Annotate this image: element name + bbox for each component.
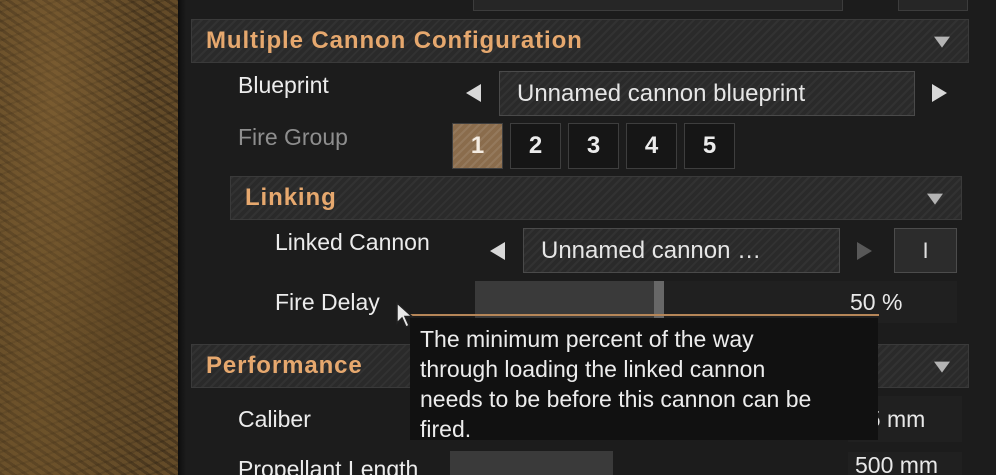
collapse-arrow-icon[interactable] (934, 36, 950, 48)
linked-cannon-info-button[interactable]: I (894, 228, 957, 273)
linked-cannon-selector[interactable]: Unnamed cannon … (523, 228, 840, 273)
blueprint-value: Unnamed cannon blueprint (517, 79, 806, 107)
linked-cannon-label: Linked Cannon (275, 229, 430, 255)
terrain-background (0, 0, 178, 475)
linked-cannon-value: Unnamed cannon … (541, 236, 762, 264)
tooltip-accent-line (401, 314, 879, 316)
tooltip-line: through loading the linked cannon (420, 356, 766, 382)
fire-group-label: Fire Group (238, 124, 348, 150)
fire-group-button-5[interactable]: 5 (684, 123, 735, 169)
propellant-length-slider-fill (450, 451, 613, 475)
fire-delay-tooltip: The minimum percent of the way through l… (410, 318, 878, 442)
configuration-panel: Multiple Cannon Configuration Blueprint … (186, 0, 996, 475)
mouse-pointer-icon (396, 301, 414, 329)
multiple-cannon-configuration-header[interactable]: Multiple Cannon Configuration (191, 19, 969, 63)
fire-group-button-4[interactable]: 4 (626, 123, 677, 169)
previous-button-stub[interactable] (898, 0, 968, 11)
blueprint-label: Blueprint (238, 72, 329, 98)
fire-delay-label: Fire Delay (275, 289, 380, 315)
tooltip-line: The minimum percent of the way (420, 326, 754, 352)
tooltip-line: fired. (420, 416, 472, 442)
fire-group-button-3[interactable]: 3 (568, 123, 619, 169)
tooltip-line: needs to be before this cannon can be (420, 386, 812, 412)
fire-delay-value[interactable]: 50 % (843, 281, 957, 323)
linked-cannon-prev-icon[interactable] (490, 242, 505, 260)
fire-group-button-2[interactable]: 2 (510, 123, 561, 169)
linking-header[interactable]: Linking (230, 176, 962, 220)
section-title: Multiple Cannon Configuration (206, 27, 583, 54)
blueprint-prev-icon[interactable] (466, 84, 481, 102)
section-title: Linking (245, 184, 337, 211)
panel-edge (178, 0, 186, 475)
collapse-arrow-icon[interactable] (934, 361, 950, 373)
section-title: Performance (206, 352, 363, 379)
fire-group-button-1[interactable]: 1 (452, 123, 503, 169)
linked-cannon-next-icon[interactable] (857, 242, 872, 260)
propellant-length-label: Propellant Length (238, 456, 419, 475)
previous-field-stub[interactable] (473, 0, 843, 11)
blueprint-selector[interactable]: Unnamed cannon blueprint (499, 71, 915, 116)
blueprint-next-icon[interactable] (932, 84, 947, 102)
propellant-length-value[interactable]: 500 mm (848, 452, 962, 475)
caliber-label: Caliber (238, 406, 311, 432)
propellant-length-slider[interactable] (450, 451, 613, 475)
collapse-arrow-icon[interactable] (927, 193, 943, 205)
